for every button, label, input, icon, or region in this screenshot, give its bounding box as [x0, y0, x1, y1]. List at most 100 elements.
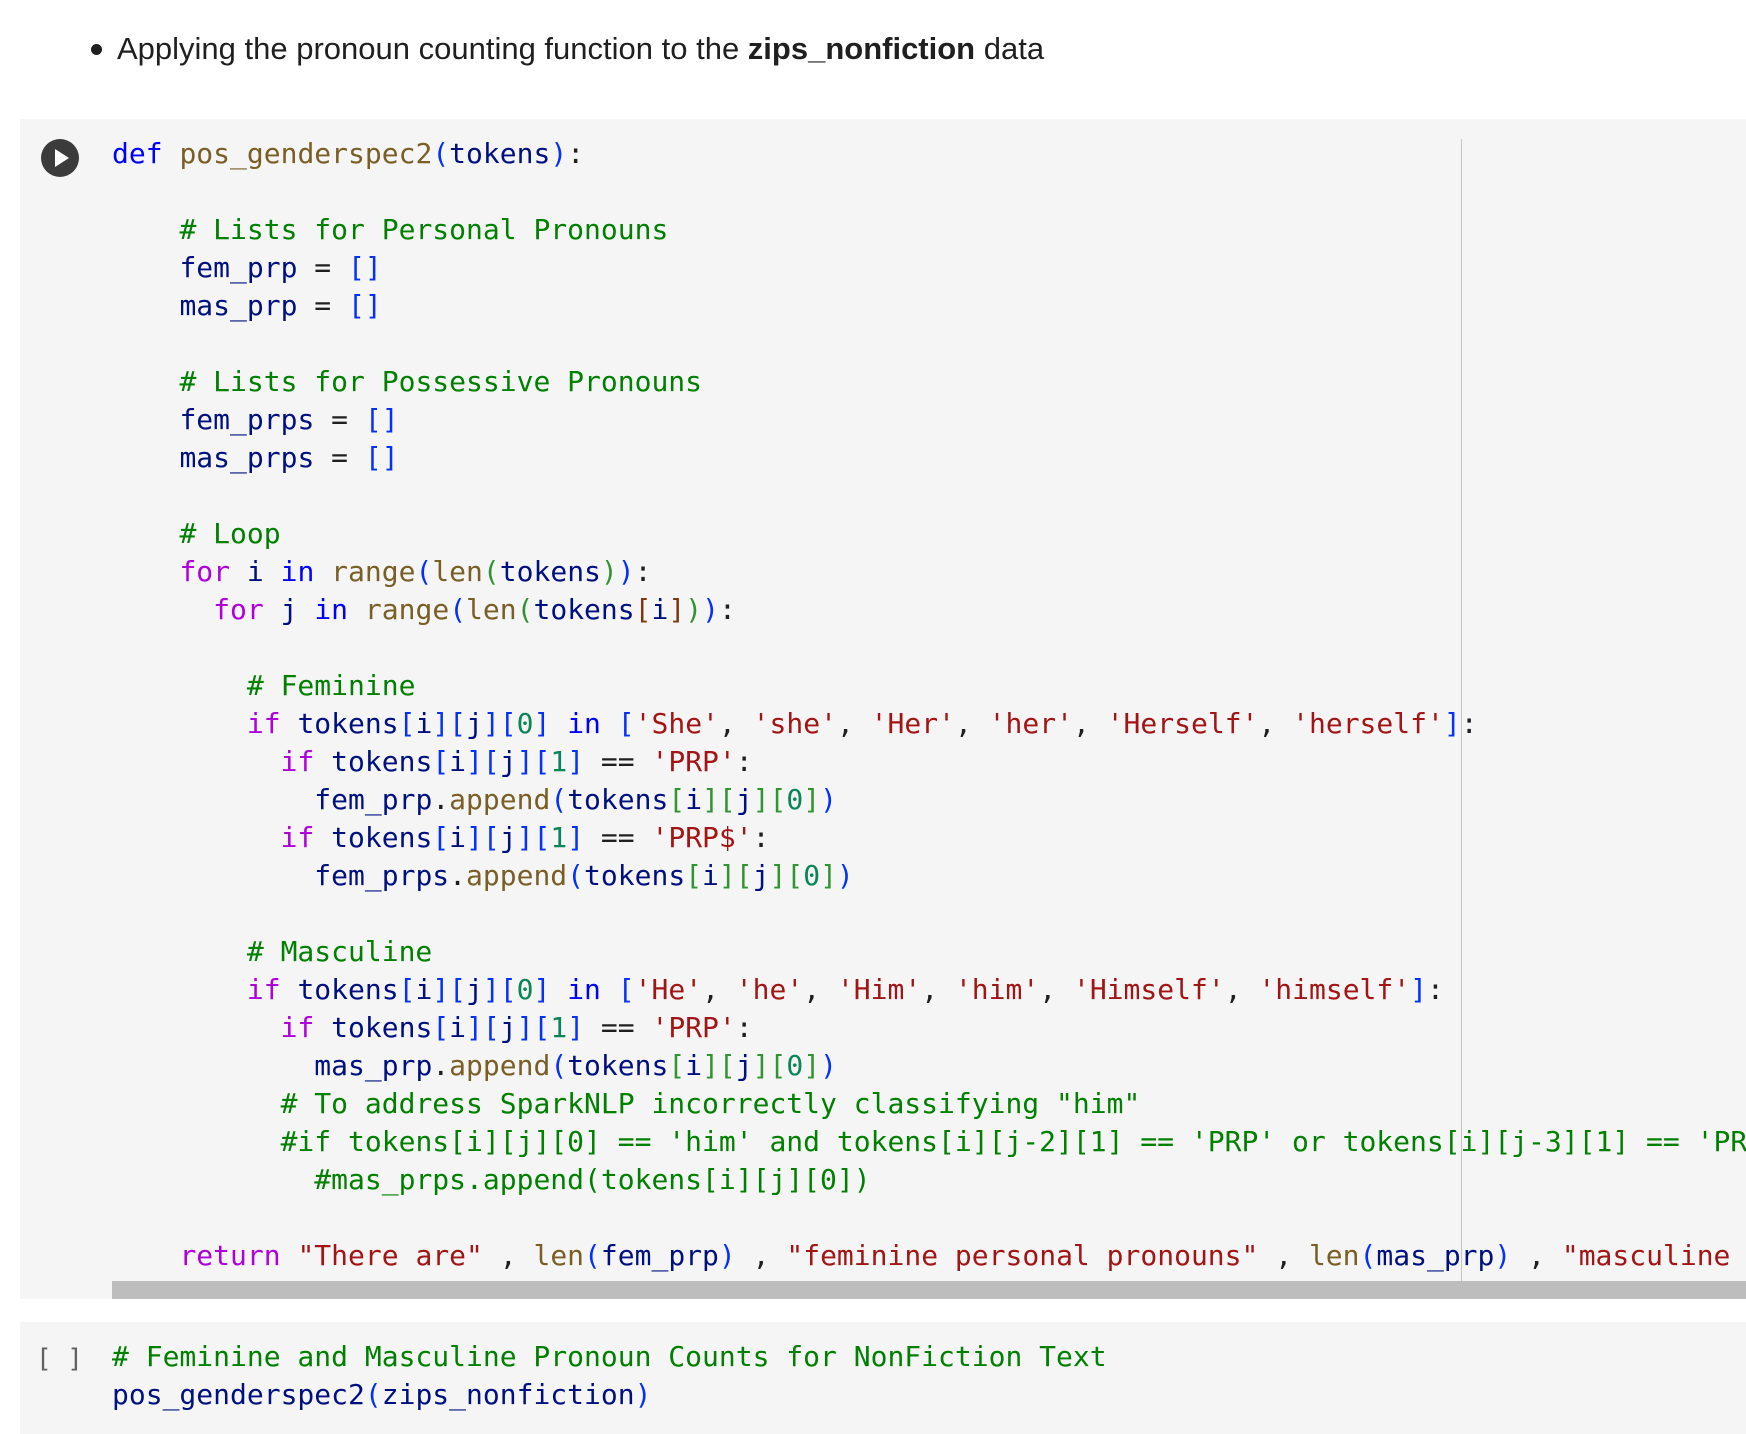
code-token: ] [466, 821, 483, 854]
code-token: fem_prps [314, 859, 450, 892]
code-line[interactable]: # Feminine and Masculine Pronoun Counts … [112, 1338, 1107, 1376]
code-line[interactable]: # Loop [112, 515, 1746, 553]
code-line[interactable]: #if tokens[i][j][0] == 'him' and tokens[… [112, 1123, 1746, 1161]
run-cell-button[interactable] [41, 139, 79, 177]
code-token: , [1224, 973, 1259, 1006]
code-token: # To address SparkNLP incorrectly classi… [280, 1087, 1141, 1120]
code-line[interactable]: if tokens[i][j][1] == 'PRP$': [112, 819, 1746, 857]
code-line[interactable]: #mas_prps.append(tokens[i][j][0]) [112, 1161, 1746, 1199]
horizontal-scrollbar[interactable] [112, 1281, 1746, 1299]
code-token: ( [1359, 1239, 1377, 1272]
code-token: [ [718, 1049, 736, 1082]
code-token: = [297, 251, 349, 284]
code-line[interactable]: if tokens[i][j][1] == 'PRP': [112, 743, 1746, 781]
code-line[interactable]: fem_prps.append(tokens[i][j][0]) [112, 857, 1746, 895]
code-token: 0 [516, 973, 534, 1006]
code-token: 'Him' [836, 973, 922, 1006]
code-line[interactable] [112, 895, 1746, 933]
code-line[interactable] [112, 477, 1746, 515]
code-token: len [466, 593, 517, 626]
code-token: append [449, 783, 551, 816]
code-line[interactable]: mas_prps = [] [112, 439, 1746, 477]
code-line[interactable]: mas_prp = [] [112, 287, 1746, 325]
code-token: j [735, 1049, 753, 1082]
code-token: mas_prp [1376, 1239, 1495, 1272]
code-line[interactable] [112, 173, 1746, 211]
code-token: j [466, 973, 483, 1006]
code-token: [ [668, 1049, 686, 1082]
code-token: == [584, 1011, 652, 1044]
code-line[interactable]: if tokens[i][j][1] == 'PRP': [112, 1009, 1746, 1047]
code-line[interactable]: # To address SparkNLP incorrectly classi… [112, 1085, 1746, 1123]
code-token: ( [364, 1378, 382, 1411]
code-token: i [449, 1011, 467, 1044]
code-token: len [1308, 1239, 1360, 1272]
code-line[interactable] [112, 325, 1746, 363]
code-token: [ [769, 1049, 787, 1082]
code-cell-pos-genderspec2[interactable]: def pos_genderspec2(tokens): # Lists for… [20, 119, 1746, 1299]
code-token: j [499, 821, 517, 854]
code-line[interactable]: mas_prp.append(tokens[i][j][0]) [112, 1047, 1746, 1085]
code-token: ] [533, 707, 551, 740]
code-token: ( [432, 137, 450, 170]
code-line[interactable]: for j in range(len(tokens[i])): [112, 591, 1746, 629]
code-line[interactable]: pos_genderspec2(zips_nonfiction) [112, 1376, 1107, 1414]
code-line[interactable]: def pos_genderspec2(tokens): [112, 135, 1746, 173]
code-line[interactable] [112, 1199, 1746, 1237]
code-line[interactable]: # Lists for Personal Pronouns [112, 211, 1746, 249]
code-token: j [499, 1011, 517, 1044]
code-token: , [1039, 973, 1073, 1006]
code-token: range [331, 555, 416, 588]
code-token: tokens [297, 973, 399, 1006]
code-token: [ [482, 821, 500, 854]
code-line[interactable]: if tokens[i][j][0] in ['He', 'he', 'Him'… [112, 971, 1746, 1009]
code-line[interactable]: # Feminine [112, 667, 1746, 705]
code-token: fem_prps [179, 403, 315, 436]
code-token: [ [617, 973, 635, 1006]
execution-count[interactable]: [ ] [36, 1344, 83, 1374]
code-token: 0 [803, 859, 821, 892]
code-token: tokens [533, 593, 635, 626]
code-line[interactable]: if tokens[i][j][0] in ['She', 'she', 'He… [112, 705, 1746, 743]
code-token: tokens [567, 783, 669, 816]
code-token: ] [482, 973, 500, 1006]
code-token: ( [449, 593, 467, 626]
code-token: ( [584, 1239, 601, 1272]
code-token: in [280, 555, 315, 588]
code-line[interactable]: # Lists for Possessive Pronouns [112, 363, 1746, 401]
code-line[interactable]: for i in range(len(tokens)): [112, 553, 1746, 591]
markdown-bullet: Applying the pronoun counting function t… [0, 0, 1746, 118]
code-token: fem_prp [600, 1239, 719, 1272]
code-line[interactable] [112, 629, 1746, 667]
code-line[interactable]: # Masculine [112, 933, 1746, 971]
code-token: ] [432, 973, 450, 1006]
code-token: len [533, 1239, 585, 1272]
code-editor[interactable]: # Feminine and Masculine Pronoun Counts … [112, 1338, 1107, 1414]
code-token: tokens [331, 1011, 433, 1044]
code-token: , [702, 973, 736, 1006]
code-token: 'Her' [870, 707, 955, 740]
code-token: i [702, 859, 719, 892]
code-token: tokens [499, 555, 601, 588]
code-token: 'himself' [1258, 973, 1411, 1006]
code-line[interactable]: fem_prps = [] [112, 401, 1746, 439]
code-line[interactable]: fem_prp.append(tokens[i][j][0]) [112, 781, 1746, 819]
bullet-text-suffix: data [975, 31, 1045, 66]
code-line[interactable]: fem_prp = [] [112, 249, 1746, 287]
code-token: ( [550, 783, 568, 816]
code-cell-run-nonfiction[interactable]: [ ] # Feminine and Masculine Pronoun Cou… [20, 1322, 1746, 1434]
code-token: for [179, 555, 231, 588]
code-token: 'herself' [1292, 707, 1444, 740]
code-editor[interactable]: def pos_genderspec2(tokens): # Lists for… [112, 135, 1746, 1275]
code-line[interactable]: return "There are" , len(fem_prp) , "fem… [112, 1237, 1746, 1275]
